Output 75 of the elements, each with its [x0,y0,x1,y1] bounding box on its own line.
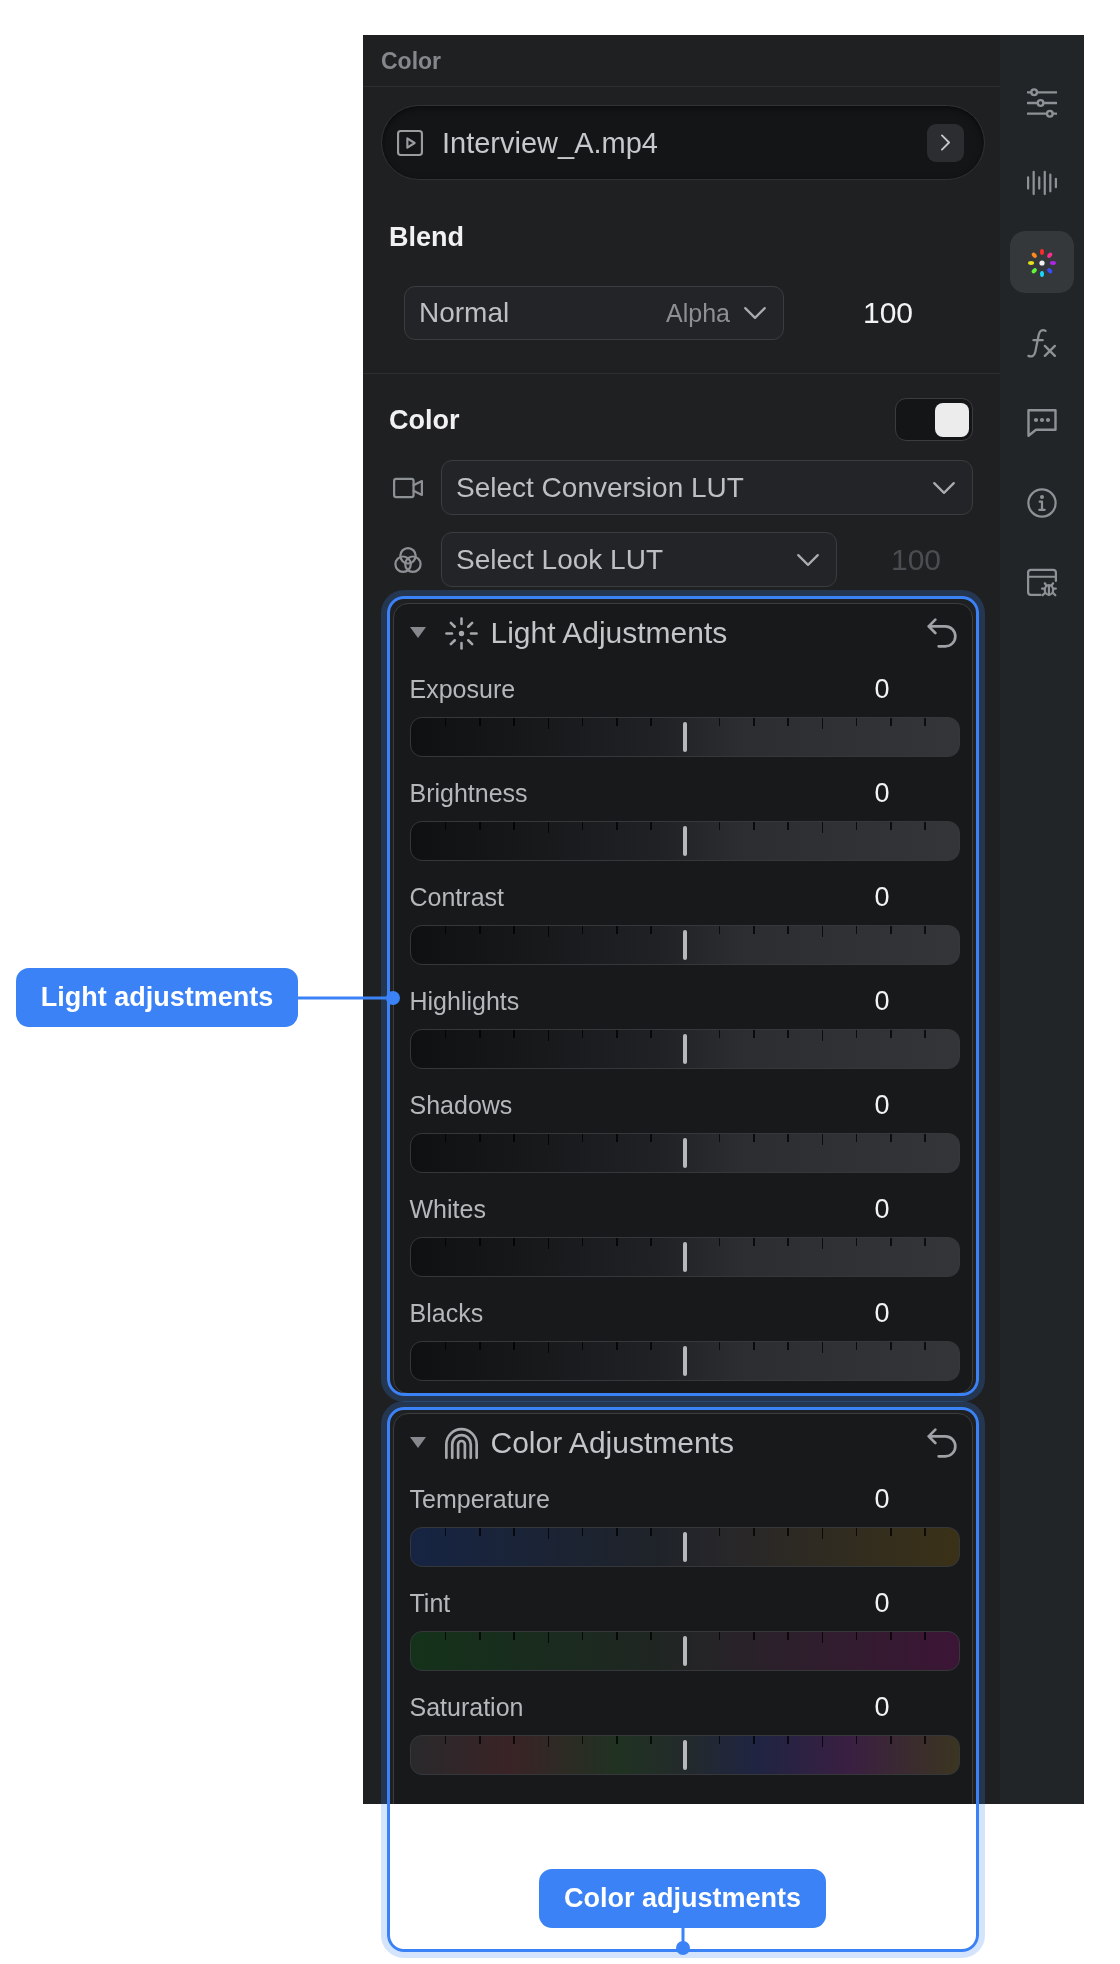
slider-label: Temperature [409,1484,550,1514]
undo-icon[interactable] [927,1428,957,1458]
slider-label: Saturation [409,1692,524,1722]
conversion-lut-dropdown[interactable]: Select Conversion LUT [441,460,973,515]
slider-thumb[interactable] [682,1138,687,1168]
slider-thumb[interactable] [682,1636,687,1666]
slider-label: Tint [409,1588,451,1618]
slider-label: Contrast [409,882,504,912]
slider-value: 0 [873,1588,891,1618]
slider-thumb[interactable] [682,1346,687,1376]
slider-label: Whites [409,1194,486,1224]
look-lut-dropdown[interactable]: Select Look LUT [441,532,837,587]
slider-thumb[interactable] [682,1740,687,1770]
slider-thumb[interactable] [682,826,687,856]
color-dots-icon [1027,248,1057,278]
info-icon [1027,488,1057,518]
chevron-down-icon [797,553,819,566]
caret-icon[interactable] [409,627,426,639]
slider-value: 0 [873,1692,891,1722]
slider-label: Exposure [409,674,516,704]
blend-mode-dropdown[interactable]: Normal Alpha [404,286,784,340]
slider-value: 0 [873,1090,891,1120]
slider-label: Brightness [409,778,528,808]
section-title: Color Adjustments [490,1425,734,1461]
slider-track[interactable] [409,717,960,757]
leader-line [676,1928,690,1955]
slider-track[interactable] [409,1735,960,1775]
caret-icon[interactable] [409,1437,426,1449]
toggle-switch[interactable] [895,398,973,441]
chevron-right-icon [941,134,950,151]
chevron-down-icon [933,481,955,494]
slider-thumb[interactable] [682,722,687,752]
clip-name: Interview_A.mp4 [442,125,658,160]
slider-track[interactable] [409,1029,960,1069]
slider-thumb[interactable] [682,1242,687,1272]
sliders-icon [1027,88,1057,118]
slider-value: 0 [873,674,891,704]
slider-value: 0 [873,1298,891,1328]
sidebar-tab[interactable] [1010,231,1074,295]
slider-thumb[interactable] [682,930,687,960]
slider-track[interactable] [409,1133,960,1173]
slider-track[interactable] [409,1527,960,1567]
callout-label: Color adjustments [539,1869,826,1928]
chevron-down-icon [744,307,766,319]
callout-label: Light adjustments [16,968,298,1027]
window-bug-icon [1027,568,1057,598]
section-heading: Blend [389,221,464,253]
panel-title: Color [381,46,442,75]
slider-label: Blacks [409,1298,484,1328]
overlapping-circles-icon [393,546,423,573]
next-button[interactable] [927,123,964,162]
chat-icon [1027,408,1057,438]
play-icon [397,129,423,156]
section-title: Light Adjustments [490,615,728,651]
waveform-icon [1027,168,1057,198]
slider-track[interactable] [409,821,960,861]
section-heading: Color [389,403,460,436]
slider-track[interactable] [409,1631,960,1671]
slider-value: 0 [873,882,891,912]
slider-track[interactable] [409,925,960,965]
function-icon [1027,328,1057,358]
slider-thumb[interactable] [682,1034,687,1064]
slider-thumb[interactable] [682,1532,687,1562]
slider-value: 0 [873,986,891,1016]
opacity-value: 100 [861,295,915,331]
slider-value: 0 [873,1194,891,1224]
slider-value: 0 [873,778,891,808]
undo-icon[interactable] [927,618,957,648]
slider-value: 0 [873,1484,891,1514]
slider-label: Shadows [409,1090,513,1120]
dotted-sun-icon [444,616,478,650]
slider-track[interactable] [409,1341,960,1381]
rainbow-icon [444,1426,478,1460]
slider-track[interactable] [409,1237,960,1277]
slider-label: Highlights [409,986,520,1016]
